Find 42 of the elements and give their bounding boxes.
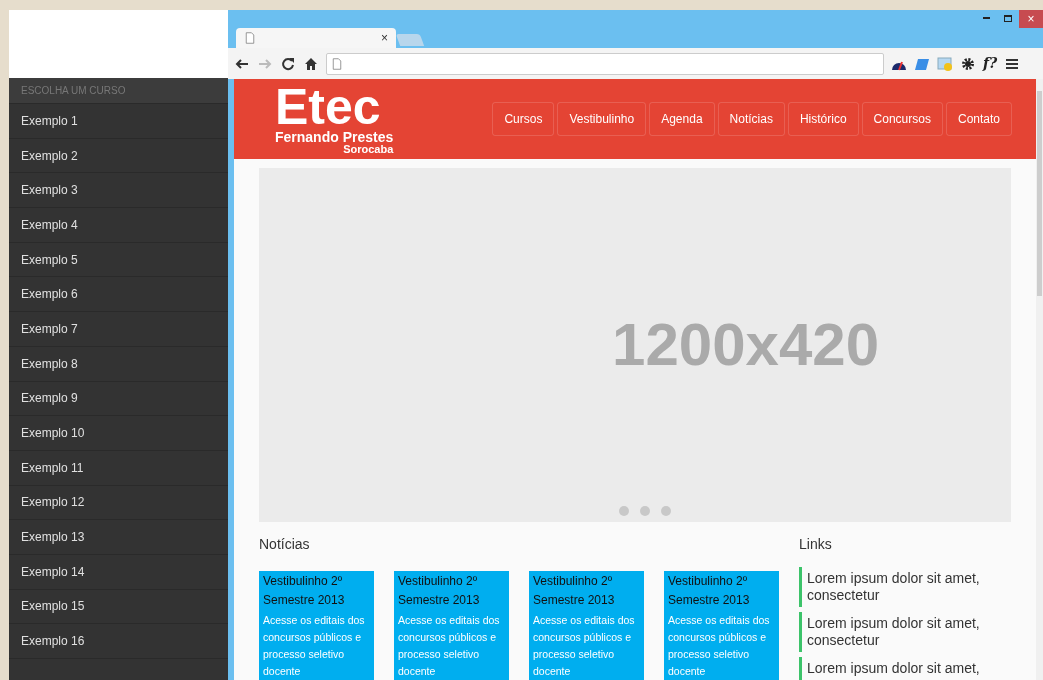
page-icon[interactable] [244, 32, 256, 44]
news-body: Acesse os editais dos concursos públicos e processo seletivo docente [668, 613, 771, 679]
nav-link[interactable]: Histórico [787, 102, 859, 136]
logo-city: Sorocaba [343, 143, 394, 155]
nav-link[interactable]: Cursos [492, 102, 555, 136]
logo-name: Etec [275, 83, 381, 130]
news-body: Acesse os editais dos concursos públicos e processo seletivo docente [398, 613, 501, 679]
extension-button[interactable]: f? [983, 53, 998, 74]
image-icon[interactable] [937, 55, 953, 72]
new-tab-button[interactable] [395, 34, 425, 46]
news-title: Vestibulinho 2º Semestre 2013 [533, 573, 616, 609]
site-logo[interactable]: Etec Fernando Prestes Sorocaba [275, 83, 394, 155]
links-heading: Links [799, 535, 833, 552]
close-button[interactable]: × [1019, 10, 1043, 28]
reload-icon[interactable] [280, 55, 296, 72]
news-body: Acesse os editais dos concursos públicos e processo seletivo docente [263, 613, 366, 679]
scrollbar[interactable] [1036, 79, 1043, 680]
news-title: Vestibulinho 2º Semestre 2013 [668, 573, 751, 609]
logo-subtitle: Fernando Prestes [275, 129, 394, 144]
news-title: Vestibulinho 2º Semestre 2013 [398, 573, 481, 609]
tab-close-button[interactable]: × [381, 29, 388, 47]
home-icon[interactable] [303, 55, 319, 72]
news-heading: Notícias [259, 535, 311, 552]
placeholder-text: 1200x420 [612, 310, 879, 380]
page-icon[interactable] [331, 57, 343, 70]
news-card[interactable]: Vestibulinho 2º Semestre 2013 Acesse os editais dos concursos públicos e processo seletivo docente [259, 571, 374, 680]
news-card[interactable]: Vestibulinho 2º Semestre 2013 Acesse os editais dos concursos públicos e processo seletivo docente [529, 571, 644, 680]
settings-icon[interactable] [960, 55, 976, 72]
nav-link[interactable]: Notícias [717, 102, 785, 136]
nav-link[interactable]: Vestibulinho [557, 102, 647, 136]
address-bar[interactable] [326, 52, 884, 75]
browser-tab[interactable]: × [236, 28, 396, 48]
nav-link[interactable]: Contato [945, 102, 1012, 136]
news-card[interactable]: Vestibulinho 2º Semestre 2013 Acesse os editais dos concursos públicos e processo seletivo docente [664, 571, 779, 680]
link-item[interactable]: Lorem ipsum dolor sit amet, [799, 657, 1011, 680]
news-title: Vestibulinho 2º Semestre 2013 [263, 573, 346, 609]
link-item[interactable]: Lorem ipsum dolor sit amet, consectetur [799, 567, 1011, 607]
news-body: Acesse os editais dos concursos públicos e processo seletivo docente [533, 613, 636, 679]
nav-link[interactable]: Agenda [649, 102, 715, 136]
link-item[interactable]: Lorem ipsum dolor sit amet, consectetur [799, 612, 1011, 652]
news-card[interactable]: Vestibulinho 2º Semestre 2013 Acesse os editais dos concursos públicos e processo seletivo docente [394, 571, 509, 680]
nav-link[interactable]: Concursos [861, 102, 943, 136]
